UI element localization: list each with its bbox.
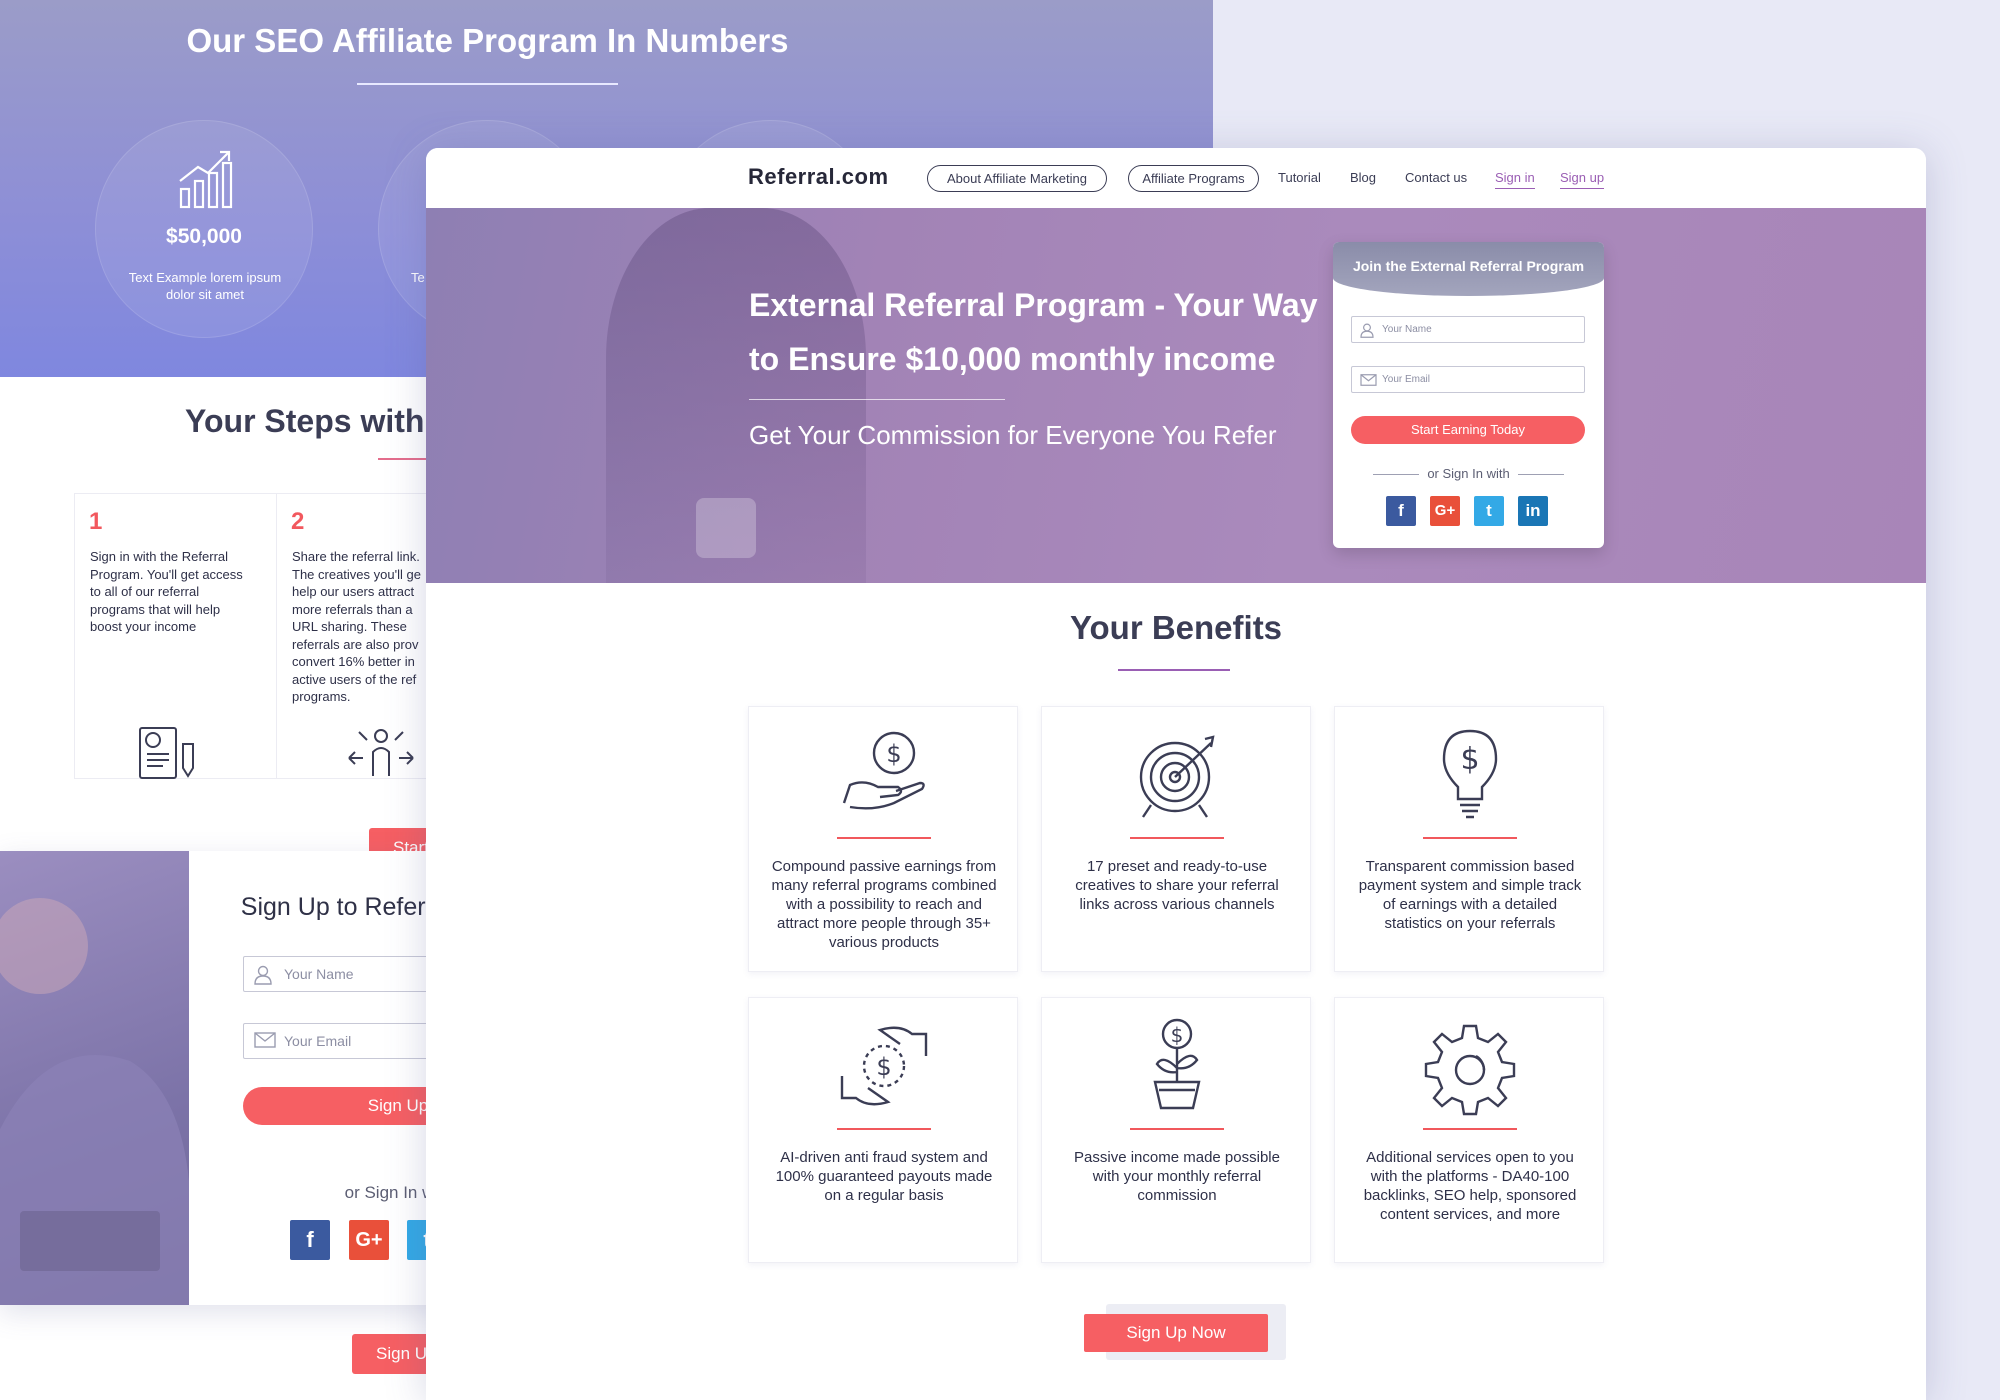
benefit-divider (1423, 837, 1517, 839)
google-plus-icon[interactable]: G+ (349, 1220, 389, 1260)
twitter-icon[interactable]: t (1474, 496, 1504, 526)
step-text: Share the referral link. The creatives y… (292, 549, 421, 704)
target-icon (1127, 725, 1227, 825)
secure-payment-icon: $ (834, 1016, 934, 1116)
money-plant-icon: $ (1127, 1016, 1227, 1116)
nav-contact-us[interactable]: Contact us (1405, 170, 1467, 185)
user-icon (254, 965, 272, 990)
start-earning-button[interactable]: Start Earning Today (1351, 416, 1585, 444)
steps-title: Your Steps with E (185, 403, 455, 439)
join-form-title: Join the External Referral Program (1352, 258, 1585, 274)
facebook-icon[interactable]: f (290, 1220, 330, 1260)
benefit-card: 17 preset and ready-to-use creatives to … (1041, 706, 1311, 972)
step-number: 1 (89, 508, 103, 535)
benefit-card: $ Transparent commission based payment s… (1334, 706, 1604, 972)
join-form-card: Join the External Referral Program Your … (1333, 242, 1604, 548)
svg-text:$: $ (1171, 1023, 1184, 1047)
certificate-icon (135, 724, 205, 785)
envelope-icon (254, 1032, 276, 1053)
nav-sign-in[interactable]: Sign in (1495, 170, 1535, 189)
front-page: Referral.com About Affiliate Marketing A… (426, 148, 1926, 1400)
step-card: 1 Sign in with the Referral Program. You… (74, 493, 277, 779)
nav-blog[interactable]: Blog (1350, 170, 1376, 185)
nav-about-affiliate-marketing[interactable]: About Affiliate Marketing (927, 165, 1107, 192)
top-navigation: Referral.com About Affiliate Marketing A… (426, 148, 1926, 208)
nav-affiliate-programs[interactable]: Affiliate Programs (1128, 165, 1259, 192)
join-email-placeholder: Your Email (1382, 374, 1430, 385)
google-plus-icon[interactable]: G+ (1430, 496, 1460, 526)
person-photo (0, 851, 189, 1305)
linkedin-icon[interactable]: in (1518, 496, 1548, 526)
step-card: 2 Share the referral link. The creatives… (277, 493, 437, 779)
benefit-divider (837, 837, 931, 839)
benefit-card: $ Passive income made possible with your… (1041, 997, 1311, 1263)
user-icon (1360, 323, 1374, 343)
benefit-card: $ AI-driven anti fraud system and 100% g… (748, 997, 1018, 1263)
share-person-icon (341, 724, 421, 785)
benefit-divider (1130, 837, 1224, 839)
step-number: 2 (291, 508, 305, 535)
growth-chart-icon (178, 147, 234, 214)
stat-text: Text Example lorem ipsum dolor sit amet (128, 270, 282, 302)
benefit-text: Compound passive earnings from many refe… (771, 858, 997, 951)
name-placeholder: Your Name (284, 966, 354, 982)
hero-divider (749, 399, 1005, 400)
hero-subtitle: Get Your Commission for Everyone You Ref… (749, 420, 1277, 450)
hero-mug-image (696, 498, 756, 558)
hero-title: External Referral Program - Your Way to … (749, 287, 1318, 377)
join-name-field[interactable]: Your Name (1351, 316, 1585, 343)
benefit-divider (837, 1128, 931, 1130)
numbers-title-underline (357, 83, 618, 85)
join-email-field[interactable]: Your Email (1351, 366, 1585, 393)
stat-value: $50,000 (166, 225, 242, 248)
hero-section: External Referral Program - Your Way to … (426, 208, 1926, 583)
gear-icon (1420, 1016, 1520, 1116)
lightbulb-dollar-icon: $ (1420, 725, 1520, 825)
site-logo[interactable]: Referral.com (748, 164, 889, 190)
nav-tutorial[interactable]: Tutorial (1278, 170, 1321, 185)
benefit-text: Transparent commission based payment sys… (1358, 858, 1582, 932)
step-text: Sign in with the Referral Program. You'l… (90, 549, 243, 634)
money-hand-icon: $ (834, 725, 934, 825)
join-name-placeholder: Your Name (1382, 324, 1432, 335)
email-placeholder: Your Email (284, 1033, 352, 1049)
nav-sign-up[interactable]: Sign up (1560, 170, 1605, 189)
benefits-title: Your Benefits (1069, 609, 1283, 646)
benefit-text: Additional services open to you with the… (1363, 1149, 1577, 1223)
benefit-text: AI-driven anti fraud system and 100% gua… (775, 1149, 993, 1204)
envelope-icon (1360, 373, 1377, 391)
numbers-title: Our SEO Affiliate Program In Numbers (186, 22, 789, 59)
benefits-title-underline (1118, 669, 1230, 671)
benefit-divider (1130, 1128, 1224, 1130)
benefit-text: 17 preset and ready-to-use creatives to … (1075, 858, 1279, 913)
stat-circle: $50,000 Text Example lorem ipsum dolor s… (95, 120, 313, 338)
divider-line (1518, 474, 1564, 475)
sign-up-now-button[interactable]: Sign Up Now (1084, 1314, 1268, 1352)
benefit-card: $ Compound passive earnings from many re… (748, 706, 1018, 972)
benefit-divider (1423, 1128, 1517, 1130)
benefit-card: Additional services open to you with the… (1334, 997, 1604, 1263)
svg-text:$: $ (886, 740, 901, 768)
svg-text:$: $ (1460, 742, 1479, 777)
benefit-text: Passive income made possible with your m… (1074, 1149, 1280, 1204)
facebook-icon[interactable]: f (1386, 496, 1416, 526)
svg-text:$: $ (876, 1053, 891, 1081)
